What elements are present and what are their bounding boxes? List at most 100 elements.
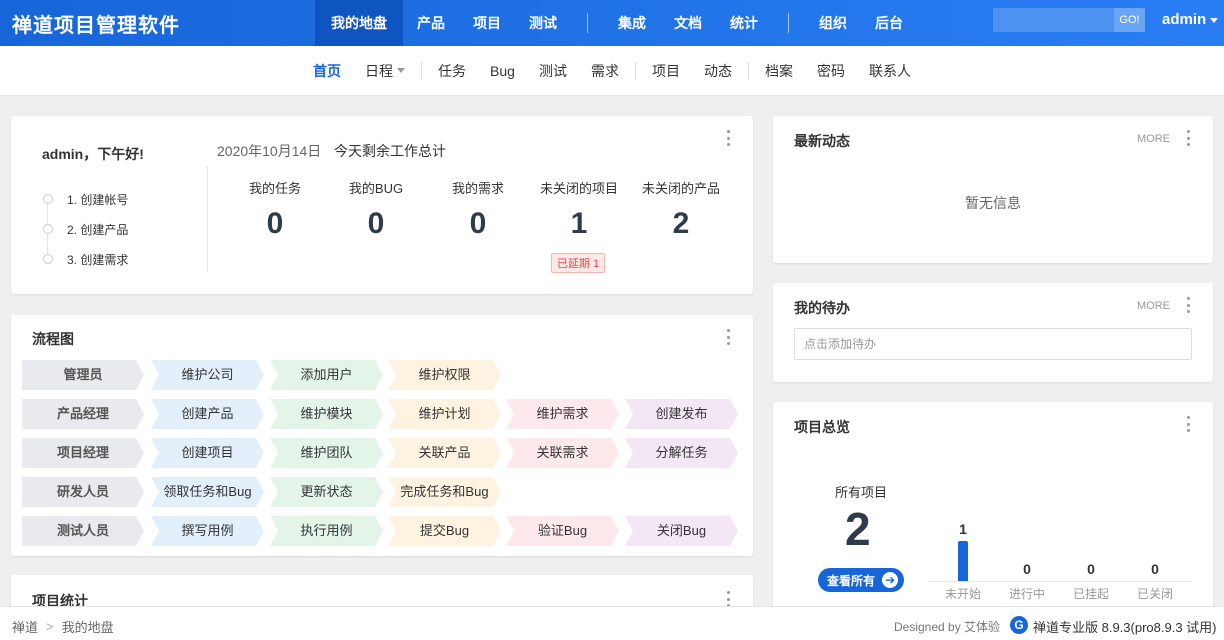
current-date: 2020年10月14日	[217, 143, 322, 159]
flow-step[interactable]: 撰写用例	[151, 516, 264, 546]
flow-row: 管理员 维护公司 添加用户 维护权限	[22, 360, 742, 390]
all-projects-count: 2	[845, 503, 871, 555]
flow-row: 研发人员 领取任务和Bug 更新状态 完成任务和Bug	[22, 477, 742, 507]
more-options-icon[interactable]	[726, 591, 730, 607]
subnav-story[interactable]: 需求	[579, 61, 631, 81]
view-all-button[interactable]: 查看所有 ➔	[818, 568, 904, 592]
flow-step[interactable]: 执行用例	[270, 516, 383, 546]
flow-step[interactable]: 完成任务和Bug	[388, 477, 501, 507]
more-options-icon[interactable]	[726, 130, 730, 146]
chart-category-label: 已挂起	[1072, 587, 1109, 601]
flow-step[interactable]: 分解任务	[625, 438, 738, 468]
designed-by[interactable]: Designed by 艾体验	[894, 618, 1000, 635]
step-circle-icon	[43, 224, 53, 234]
search-box: GO!	[993, 8, 1145, 32]
chart-category-label: 未开始	[944, 587, 981, 601]
search-input[interactable]	[993, 8, 1114, 32]
search-go-button[interactable]: GO!	[1114, 8, 1145, 32]
flow-role: 管理员	[22, 360, 144, 390]
flow-step[interactable]: 维护公司	[151, 360, 264, 390]
flow-step[interactable]: 关联产品	[388, 438, 501, 468]
nav-my-dashboard[interactable]: 我的地盘	[315, 0, 403, 46]
breadcrumb-home[interactable]: 禅道	[12, 617, 38, 636]
flow-step[interactable]: 关闭Bug	[625, 516, 738, 546]
dynamics-more-link[interactable]: MORE	[1137, 133, 1170, 145]
stat-value: 0	[266, 207, 284, 240]
nav-company[interactable]: 组织	[805, 0, 861, 46]
nav-project[interactable]: 项目	[459, 0, 515, 46]
stat-my-tasks[interactable]: 我的任务 0	[225, 178, 325, 241]
step-circle-icon	[43, 194, 53, 204]
flow-row: 项目经理 创建项目 维护团队 关联产品 关联需求 分解任务	[22, 438, 742, 468]
add-todo-input[interactable]: 点击添加待办	[794, 328, 1192, 360]
flow-role: 产品经理	[22, 399, 144, 429]
stat-my-bugs[interactable]: 我的BUG 0	[326, 178, 426, 241]
stat-my-stories[interactable]: 我的需求 0	[428, 178, 528, 241]
subnav-project[interactable]: 项目	[640, 61, 692, 81]
stat-label: 我的BUG	[348, 181, 404, 196]
flow-step[interactable]: 领取任务和Bug	[151, 477, 264, 507]
chart-value-label: 0	[1023, 561, 1031, 577]
nav-test[interactable]: 测试	[515, 0, 571, 46]
subnav-profile[interactable]: 档案	[753, 61, 805, 81]
subnav-contacts[interactable]: 联系人	[857, 61, 923, 81]
flow-step[interactable]: 维护需求	[506, 399, 619, 429]
flow-role: 研发人员	[22, 477, 144, 507]
flow-step[interactable]: 提交Bug	[388, 516, 501, 546]
delayed-badge[interactable]: 已延期 1	[551, 253, 606, 273]
subnav-bug[interactable]: Bug	[478, 63, 527, 79]
stat-open-products[interactable]: 未关闭的产品 2	[631, 178, 731, 241]
flow-step[interactable]: 创建发布	[625, 399, 738, 429]
flow-step[interactable]: 维护计划	[388, 399, 501, 429]
subnav-home[interactable]: 首页	[301, 61, 353, 81]
overview-title: 项目总览	[794, 419, 850, 435]
flow-step[interactable]: 维护模块	[270, 399, 383, 429]
flow-step[interactable]: 维护团队	[270, 438, 383, 468]
flow-step[interactable]: 创建产品	[151, 399, 264, 429]
step-label: 2. 创建产品	[67, 222, 129, 237]
nav-integration[interactable]: 集成	[604, 0, 660, 46]
flow-step[interactable]: 维护权限	[388, 360, 501, 390]
brand-title[interactable]: 禅道项目管理软件	[0, 9, 315, 38]
chart-bar[interactable]	[958, 541, 968, 581]
stat-value: 0	[469, 207, 487, 240]
step-item[interactable]: 2. 创建产品	[43, 214, 128, 244]
flow-step[interactable]: 更新状态	[270, 477, 383, 507]
nav-admin[interactable]: 后台	[861, 0, 917, 46]
more-options-icon[interactable]	[1186, 130, 1190, 146]
breadcrumb-separator-icon: >	[46, 619, 54, 634]
breadcrumb-current[interactable]: 我的地盘	[62, 617, 114, 636]
flow-step[interactable]: 添加用户	[270, 360, 383, 390]
subnav-password[interactable]: 密码	[805, 61, 857, 81]
more-options-icon[interactable]	[1186, 297, 1190, 313]
nav-separator	[587, 13, 588, 33]
sub-nav: 首页 日程 任务 Bug 测试 需求 项目 动态 档案 密码 联系人	[0, 46, 1224, 96]
step-label: 3. 创建需求	[67, 252, 129, 267]
flow-step[interactable]: 验证Bug	[506, 516, 619, 546]
greeting: admin，下午好!	[42, 146, 144, 162]
step-item[interactable]: 1. 创建帐号	[43, 184, 128, 214]
subnav-testcase[interactable]: 测试	[527, 61, 579, 81]
flow-row: 产品经理 创建产品 维护模块 维护计划 维护需求 创建发布	[22, 399, 742, 429]
version-info[interactable]: 禅道专业版 8.9.3(pro8.9.3 试用)	[1033, 617, 1217, 636]
nav-product[interactable]: 产品	[403, 0, 459, 46]
breadcrumb: 禅道 > 我的地盘	[12, 617, 114, 636]
user-menu[interactable]: admin	[1162, 0, 1219, 40]
flow-step[interactable]: 创建项目	[151, 438, 264, 468]
stat-open-projects[interactable]: 未关闭的项目 1	[529, 178, 629, 241]
flow-step[interactable]: 关联需求	[506, 438, 619, 468]
chart-value-label: 0	[1087, 561, 1095, 577]
nav-report[interactable]: 统计	[716, 0, 772, 46]
more-options-icon[interactable]	[1186, 416, 1190, 432]
dynamics-empty-text: 暂无信息	[965, 195, 1021, 211]
nav-doc[interactable]: 文档	[660, 0, 716, 46]
step-item[interactable]: 3. 创建需求	[43, 244, 128, 274]
subnav-dynamic[interactable]: 动态	[692, 61, 744, 81]
chart-axis	[928, 581, 1192, 582]
subnav-calendar[interactable]: 日程	[353, 61, 417, 81]
subnav-task[interactable]: 任务	[426, 61, 478, 81]
more-options-icon[interactable]	[726, 329, 730, 345]
flowchart-panel: 流程图 管理员 维护公司 添加用户 维护权限 产品经理 创建产品 维护模块 维护计划 维护需求创…	[11, 315, 753, 556]
view-all-label: 查看所有	[827, 573, 876, 588]
todo-more-link[interactable]: MORE	[1137, 300, 1170, 312]
